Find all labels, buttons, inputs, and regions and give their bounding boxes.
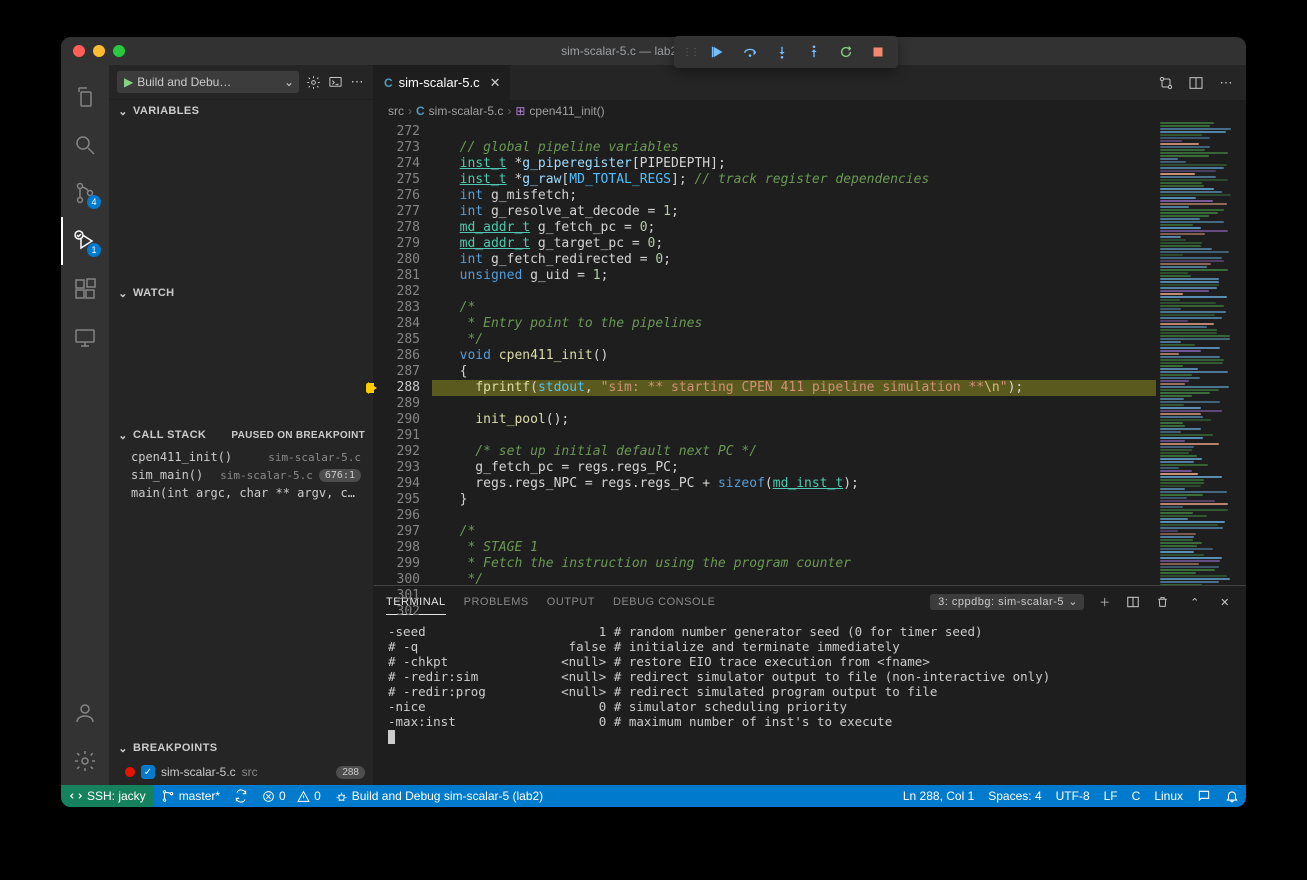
stack-frame[interactable]: main(int argc, char ** argv, char * xyxy=(109,484,373,502)
kill-terminal-button[interactable] xyxy=(1156,595,1174,609)
problems-tab[interactable]: PROBLEMS xyxy=(464,590,529,614)
code-content[interactable]: // global pipeline variables inst_t *g_p… xyxy=(432,122,1156,585)
split-editor-icon[interactable] xyxy=(1186,73,1206,93)
git-branch[interactable]: master* xyxy=(154,785,227,807)
grip-icon[interactable]: ⋮⋮ xyxy=(680,47,700,58)
terminal-select[interactable]: 3: cppdbg: sim-scalar-5 xyxy=(930,594,1084,610)
run-config-select[interactable]: ▶ Build and Debu… ⌄ xyxy=(117,71,299,93)
c-file-icon: C xyxy=(384,76,393,90)
chevron-down-icon: ⌄ xyxy=(117,742,129,755)
explorer-tab[interactable] xyxy=(61,73,109,121)
restart-button[interactable] xyxy=(832,40,860,64)
step-into-button[interactable] xyxy=(768,40,796,64)
terminal-cursor xyxy=(388,730,395,744)
callstack-header[interactable]: ⌄CALL STACKPAUSED ON BREAKPOINT xyxy=(109,424,373,446)
gear-icon[interactable] xyxy=(305,74,321,90)
debug-toolbar[interactable]: ⋮⋮ xyxy=(674,37,898,68)
variables-header[interactable]: ⌄VARIABLES xyxy=(109,100,373,122)
new-terminal-button[interactable]: ＋ xyxy=(1096,594,1114,610)
activity-bar: 4 1 xyxy=(61,65,109,785)
editor-tab[interactable]: C sim-scalar-5.c ✕ xyxy=(374,65,511,100)
variables-body xyxy=(109,122,373,282)
scm-tab[interactable]: 4 xyxy=(61,169,109,217)
c-file-icon: C xyxy=(416,104,425,118)
terminal-output[interactable]: -seed 1 # random number generator seed (… xyxy=(374,618,1246,785)
debug-console-icon[interactable] xyxy=(327,74,343,90)
output-tab[interactable]: OUTPUT xyxy=(547,590,595,614)
bottom-panel: TERMINAL PROBLEMS OUTPUT DEBUG CONSOLE 3… xyxy=(374,585,1246,785)
callstack-body: cpen411_init()sim-scalar-5.c sim_main()s… xyxy=(109,446,373,504)
breakpoint-dot-icon xyxy=(125,767,135,777)
window-title: sim-scalar-5.c — lab2 [SSH: jacky] xyxy=(61,44,1246,58)
breakpoint-row[interactable]: ✓ sim-scalar-5.c src 288 xyxy=(109,763,373,781)
remote-indicator[interactable]: SSH: jacky xyxy=(61,785,154,807)
feedback-icon[interactable] xyxy=(1190,785,1218,807)
code-editor[interactable]: 2722732742752762772782792802812822832842… xyxy=(374,122,1246,585)
tab-actions: ⋯ xyxy=(1146,65,1246,100)
close-panel-button[interactable]: ✕ xyxy=(1216,596,1234,609)
watch-body xyxy=(109,304,373,424)
debug-task[interactable]: Build and Debug sim-scalar-5 (lab2) xyxy=(328,785,550,807)
chevron-down-icon: ⌄ xyxy=(117,287,129,300)
debug-badge: 1 xyxy=(87,243,101,257)
more-icon[interactable]: ⋯ xyxy=(349,74,365,90)
minimap[interactable] xyxy=(1156,122,1246,585)
symbol-icon: ⊞ xyxy=(515,104,525,118)
cursor-position[interactable]: Ln 288, Col 1 xyxy=(896,785,981,807)
chevron-down-icon: ⌄ xyxy=(284,75,294,89)
scm-badge: 4 xyxy=(87,195,101,209)
watch-header[interactable]: ⌄WATCH xyxy=(109,282,373,304)
breakpoints-body: ✓ sim-scalar-5.c src 288 xyxy=(109,759,373,785)
stop-button[interactable] xyxy=(864,40,892,64)
problems-status[interactable]: 0 0 xyxy=(255,785,328,807)
debug-console-tab[interactable]: DEBUG CONSOLE xyxy=(613,590,715,614)
breadcrumb[interactable]: src› C sim-scalar-5.c› ⊞ cpen411_init() xyxy=(374,100,1246,122)
run-config-label: Build and Debu… xyxy=(137,75,231,89)
editor-area: C sim-scalar-5.c ✕ ⋯ src› C sim-scalar-5… xyxy=(374,65,1246,785)
breakpoint-checkbox[interactable]: ✓ xyxy=(141,765,155,779)
os-indicator[interactable]: Linux xyxy=(1147,785,1190,807)
vscode-window: ⋮⋮ sim-scalar-5.c — lab2 [SSH: jacky] 4 … xyxy=(61,37,1246,807)
encoding[interactable]: UTF-8 xyxy=(1049,785,1097,807)
account-button[interactable] xyxy=(61,689,109,737)
play-icon: ▶ xyxy=(124,75,133,89)
chevron-down-icon: ⌄ xyxy=(117,105,129,118)
indentation[interactable]: Spaces: 4 xyxy=(981,785,1048,807)
close-tab-button[interactable]: ✕ xyxy=(490,75,501,91)
line-gutter: 2722732742752762772782792802812822832842… xyxy=(374,122,432,585)
chevron-down-icon: ⌄ xyxy=(117,429,129,442)
stack-frame[interactable]: cpen411_init()sim-scalar-5.c xyxy=(109,448,373,466)
split-terminal-button[interactable] xyxy=(1126,595,1144,609)
eol[interactable]: LF xyxy=(1097,785,1125,807)
tab-label: sim-scalar-5.c xyxy=(399,75,480,90)
stack-frame[interactable]: sim_main()sim-scalar-5.c676:1 xyxy=(109,466,373,484)
maximize-panel-button[interactable]: ⌃ xyxy=(1186,596,1204,609)
callstack-status: PAUSED ON BREAKPOINT xyxy=(231,430,365,441)
language-mode[interactable]: C xyxy=(1125,785,1148,807)
breakpoints-header[interactable]: ⌄BREAKPOINTS xyxy=(109,737,373,759)
compare-icon[interactable] xyxy=(1156,73,1176,93)
step-out-button[interactable] xyxy=(800,40,828,64)
remote-tab[interactable] xyxy=(61,313,109,361)
extensions-tab[interactable] xyxy=(61,265,109,313)
continue-button[interactable] xyxy=(704,40,732,64)
search-tab[interactable] xyxy=(61,121,109,169)
editor-tabs: C sim-scalar-5.c ✕ ⋯ xyxy=(374,65,1246,100)
debug-sidebar: ▶ Build and Debu… ⌄ ⋯ ⌄VARIABLES ⌄WATCH … xyxy=(109,65,374,785)
status-bar: SSH: jacky master* 0 0 Build and Debug s… xyxy=(61,785,1246,807)
debug-tab[interactable]: 1 xyxy=(61,217,109,265)
settings-button[interactable] xyxy=(61,737,109,785)
titlebar: sim-scalar-5.c — lab2 [SSH: jacky] xyxy=(61,37,1246,65)
bell-icon[interactable] xyxy=(1218,785,1246,807)
panel-tabs: TERMINAL PROBLEMS OUTPUT DEBUG CONSOLE 3… xyxy=(374,586,1246,618)
sync-button[interactable] xyxy=(227,785,255,807)
run-header: ▶ Build and Debu… ⌄ ⋯ xyxy=(109,65,373,100)
step-over-button[interactable] xyxy=(736,40,764,64)
more-icon[interactable]: ⋯ xyxy=(1216,73,1236,93)
